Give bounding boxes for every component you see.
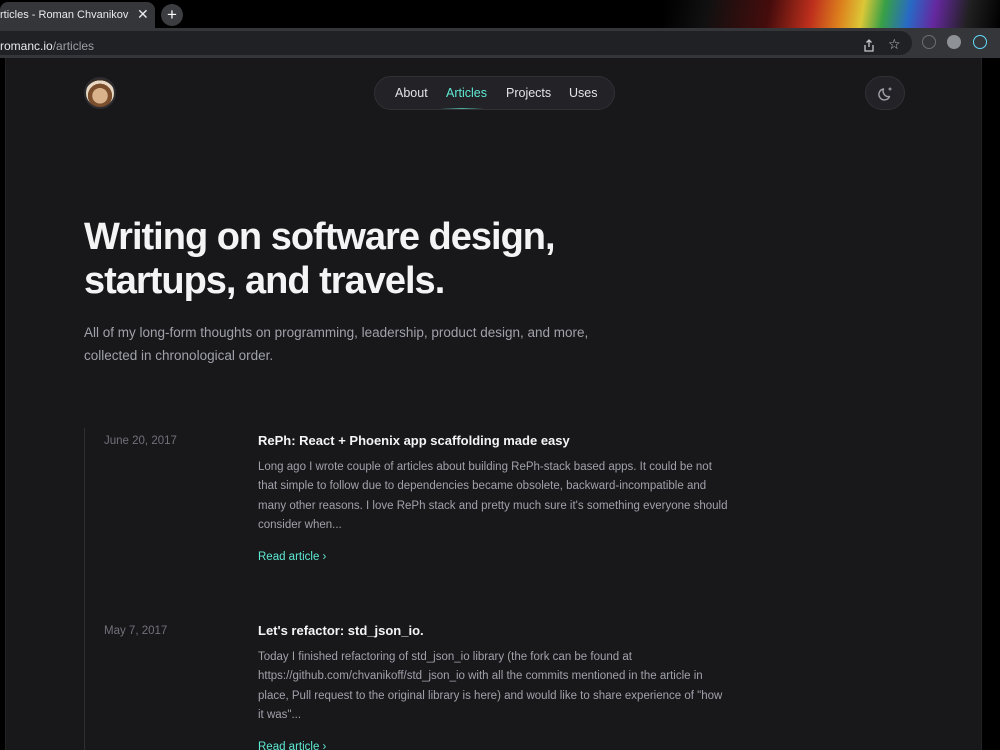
article-description: Today I finished refactoring of std_json… [258, 651, 723, 722]
nav-item-projects[interactable]: Projects [506, 86, 551, 100]
page-title-line-1: Writing on software design, [84, 216, 556, 258]
article-date: June 20, 2017 [104, 435, 177, 447]
extension-profile-icon[interactable] [947, 35, 961, 49]
article-description: Long ago I wrote couple of articles abou… [258, 461, 728, 532]
timeline-divider [84, 428, 85, 750]
extension-info-icon[interactable] [922, 35, 936, 49]
bookmark-star-icon[interactable]: ☆ [888, 37, 901, 51]
read-article-link[interactable]: Read article › [258, 741, 378, 750]
browser-tab[interactable]: rticles - Roman Chvanikov ✕ [0, 2, 155, 28]
browser-toolbar: romanc.io/articles ☆ [0, 28, 1000, 58]
page-content: About Articles Projects Uses Writing on … [5, 58, 982, 750]
address-bar[interactable]: romanc.io/articles ☆ [0, 31, 912, 55]
url-path: /articles [52, 39, 95, 53]
nav-item-articles[interactable]: Articles [446, 86, 487, 100]
desktop-wallpaper [580, 0, 1000, 28]
webpage: About Articles Projects Uses Writing on … [0, 58, 1000, 750]
page-intro: All of my long-form thoughts on programm… [84, 325, 589, 363]
read-article-link[interactable]: Read article › [258, 551, 378, 563]
url-host: romanc.io [0, 39, 53, 53]
tab-title: rticles - Roman Chvanikov [0, 9, 129, 21]
page-title: Writing on software design, startups, an… [84, 215, 604, 303]
url-text: romanc.io/articles [0, 39, 94, 53]
theme-toggle-button[interactable] [865, 76, 905, 110]
article-title[interactable]: RePh: React + Phoenix app scaffolding ma… [258, 433, 728, 448]
nav-item-about[interactable]: About [395, 86, 428, 100]
browser-tabbar: rticles - Roman Chvanikov ✕ + [0, 0, 1000, 28]
new-tab-button[interactable]: + [161, 4, 183, 26]
moon-icon [878, 87, 892, 101]
article-date: May 7, 2017 [104, 625, 168, 637]
article-title[interactable]: Let's refactor: std_json_io. [258, 623, 728, 638]
share-icon[interactable] [863, 39, 875, 55]
avatar[interactable] [84, 77, 116, 109]
react-devtools-icon[interactable] [973, 35, 987, 49]
tab-close-icon[interactable]: ✕ [137, 7, 149, 21]
main-nav: About Articles Projects Uses [374, 76, 615, 110]
active-nav-indicator [440, 108, 484, 109]
page-title-line-2: startups, and travels. [84, 260, 445, 302]
nav-item-uses[interactable]: Uses [569, 86, 597, 100]
